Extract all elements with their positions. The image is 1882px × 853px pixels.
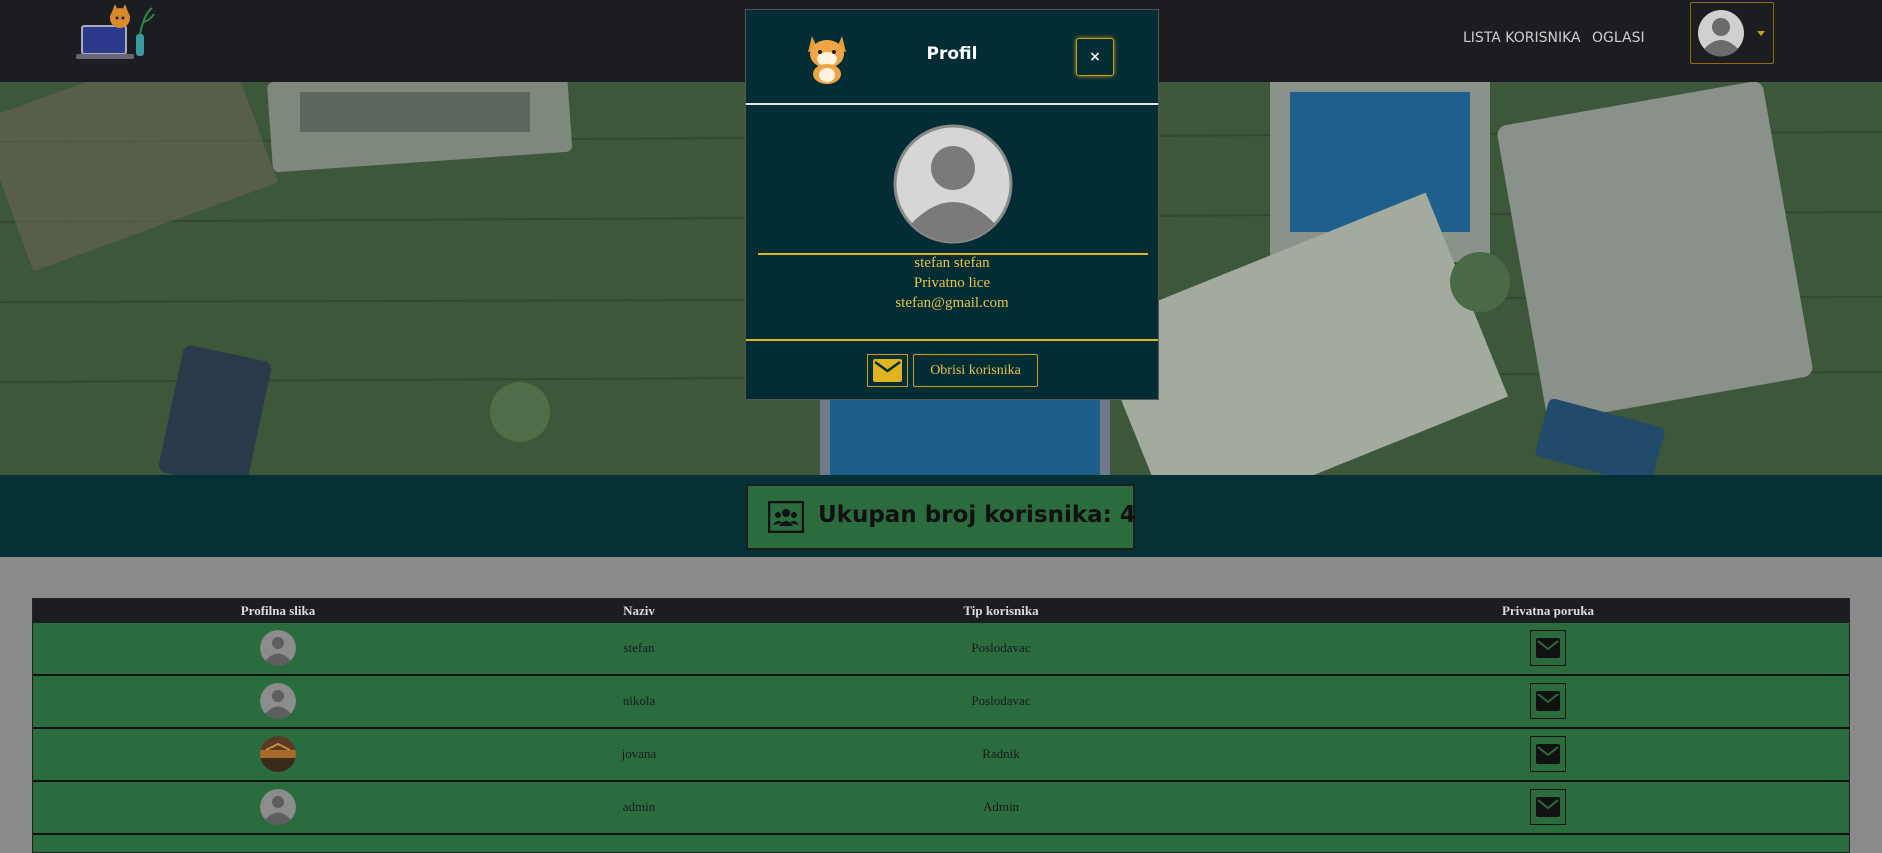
send-message-button[interactable] — [1530, 789, 1566, 825]
envelope-icon — [1536, 797, 1560, 817]
header-name: Naziv — [623, 603, 655, 618]
row-name: admin — [622, 799, 656, 814]
users-table: Profilna slika Naziv Tip korisnika Priva… — [32, 598, 1850, 853]
row-user-type: Radnik — [982, 746, 1020, 761]
profile-email: stefan@gmail.com — [895, 295, 1009, 311]
send-message-button[interactable] — [1530, 683, 1566, 719]
table-row: jovana Radnik — [33, 729, 1849, 782]
table-row: admin Admin — [33, 782, 1849, 835]
profile-full-name: stefan stefan — [914, 255, 990, 271]
table-row: stefan Poslodavac — [33, 623, 1849, 676]
close-button[interactable]: × — [1076, 38, 1114, 76]
photo-avatar — [260, 736, 296, 772]
default-avatar — [260, 683, 296, 719]
default-avatar — [260, 630, 296, 666]
users-icon — [767, 500, 805, 534]
envelope-icon — [1536, 638, 1560, 658]
nav-link-oglasi[interactable]: OGLASI — [1592, 30, 1645, 46]
envelope-icon — [873, 359, 902, 382]
row-name: stefan — [623, 640, 655, 655]
envelope-icon — [1536, 691, 1560, 711]
header-profile-picture: Profilna slika — [240, 603, 316, 618]
profile-avatar — [893, 124, 1013, 244]
send-message-button[interactable] — [867, 354, 908, 387]
modal-header: Profil × — [746, 10, 1158, 105]
envelope-icon — [1536, 744, 1560, 764]
user-count-banner: Ukupan broj korisnika: 4 — [746, 484, 1136, 550]
profile-user-type: Privatno lice — [913, 275, 991, 291]
row-user-type: Admin — [982, 799, 1020, 814]
user-count-text: Ukupan broj korisnika: 4 — [818, 502, 1136, 528]
divider — [746, 339, 1158, 341]
nav-link-lista-korisnika[interactable]: LISTA KORISNIKA — [1463, 30, 1581, 46]
send-message-button[interactable] — [1530, 630, 1566, 666]
send-message-button[interactable] — [1530, 736, 1566, 772]
table-header: Profilna slika Naziv Tip korisnika Priva… — [33, 599, 1849, 623]
delete-user-button[interactable]: Obrisi korisnika — [913, 354, 1038, 387]
chevron-down-icon — [1757, 31, 1765, 36]
row-name: jovana — [621, 746, 657, 761]
row-user-type: Poslodavac — [971, 640, 1031, 655]
profile-modal: Profil × stefan stefan Privatno lice ste… — [745, 9, 1159, 400]
header-user-type: Tip korisnika — [963, 603, 1039, 618]
row-user-type: Poslodavac — [971, 693, 1031, 708]
row-name: nikola — [622, 693, 656, 708]
default-avatar — [260, 789, 296, 825]
user-avatar-icon — [1697, 9, 1745, 57]
table-row: nikola Poslodavac — [33, 676, 1849, 729]
user-menu-button[interactable] — [1690, 2, 1774, 64]
laptop-cat-logo[interactable] — [74, 4, 156, 64]
header-private-message: Privatna poruka — [1501, 603, 1595, 618]
